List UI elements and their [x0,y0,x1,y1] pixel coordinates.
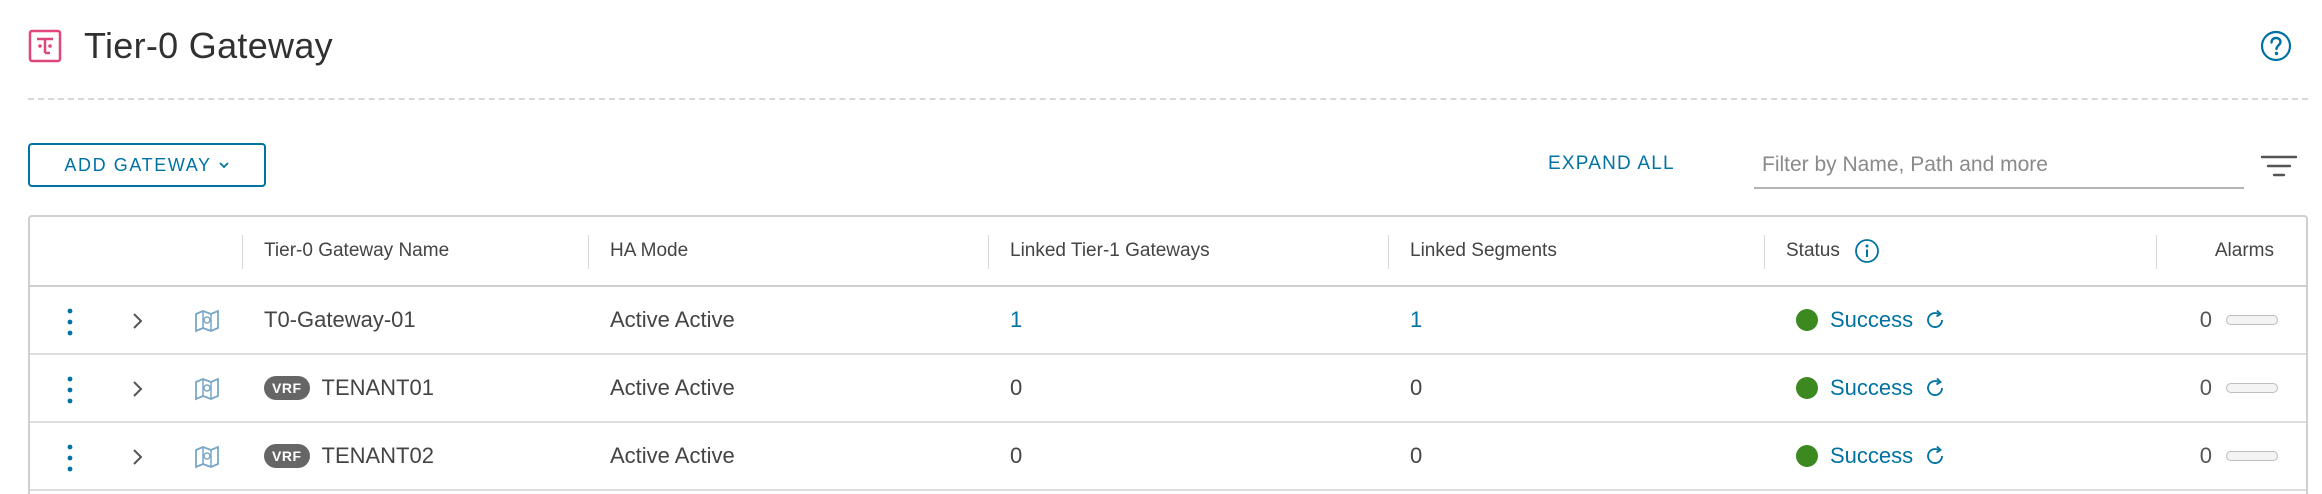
success-status-icon [1796,377,1818,399]
page-header: Tier-0 Gateway [28,22,2294,70]
status-cell: Success [1764,355,2156,421]
header-status[interactable]: Status [1764,217,2156,285]
linked-segments-cell: 1 [1388,287,1764,353]
status-text[interactable]: Success [1830,375,1913,401]
filter-input[interactable] [1754,143,2244,189]
vrf-badge: VRF [264,444,310,468]
header-ha-mode[interactable]: HA Mode [588,217,988,285]
linked-t1-cell: 1 [988,287,1388,353]
tier0-gateway-icon [28,29,62,63]
table-row: T0-Gateway-01 Active Active 1 1 Success … [30,287,2306,355]
vrf-badge: VRF [264,376,310,400]
row-actions-icon[interactable] [66,307,74,337]
gateway-table: Tier-0 Gateway Name HA Mode Linked Tier-… [28,215,2308,494]
table-row: VRF TENANT01 Active Active 0 0 Success 0 [30,355,2306,423]
header-linked-segments[interactable]: Linked Segments [1388,217,1764,285]
linked-t1-cell: 0 [1010,375,1023,400]
alarms-cell: 0 [2156,287,2306,353]
chevron-right-icon[interactable] [126,377,148,401]
linked-segments-cell: 0 [1410,443,1423,468]
success-status-icon [1796,445,1818,467]
table-row: VRF TENANT02 Active Active 0 0 Success 0 [30,423,2306,491]
header-actions [30,217,242,285]
header-divider [28,98,2308,100]
linked-segments-link[interactable]: 1 [1410,307,1422,333]
add-gateway-button[interactable]: ADD GATEWAY [28,143,266,187]
refresh-icon[interactable] [1923,444,1947,468]
ha-mode-cell: Active Active [610,307,735,332]
alarm-count: 0 [2199,307,2212,332]
header-status-label: Status [1786,240,1840,261]
gateway-name: TENANT01 [321,375,434,400]
status-text[interactable]: Success [1830,307,1913,333]
expand-all-button[interactable]: EXPAND ALL [1548,153,1675,175]
alarm-bar [2226,451,2278,461]
chevron-right-icon[interactable] [126,309,148,333]
gateway-map-icon[interactable] [192,442,222,472]
row-actions-icon[interactable] [66,375,74,405]
info-icon[interactable] [1854,238,1880,264]
alarms-cell: 0 [2156,355,2306,421]
alarm-bar [2226,383,2278,393]
status-cell: Success [1764,423,2156,489]
ha-mode-cell: Active Active [610,375,735,400]
gateway-map-icon[interactable] [192,374,222,404]
status-cell: Success [1764,287,2156,353]
refresh-icon[interactable] [1923,308,1947,332]
add-gateway-label: ADD GATEWAY [64,154,212,175]
table-header: Tier-0 Gateway Name HA Mode Linked Tier-… [30,217,2306,287]
chevron-down-icon [218,160,230,170]
alarms-cell: 0 [2156,423,2306,489]
linked-segments-cell: 0 [1410,375,1423,400]
alarm-bar [2226,315,2278,325]
toolbar: ADD GATEWAY EXPAND ALL [28,143,2308,189]
header-alarms[interactable]: Alarms [2156,217,2306,285]
gateway-map-icon[interactable] [192,306,222,336]
gateway-name-cell: VRF TENANT02 [242,423,588,489]
alarm-count: 0 [2199,443,2212,468]
header-name[interactable]: Tier-0 Gateway Name [242,217,588,285]
linked-t1-cell: 0 [1010,443,1023,468]
success-status-icon [1796,309,1818,331]
gateway-name: TENANT02 [321,443,434,468]
help-icon[interactable] [2260,30,2292,62]
chevron-right-icon[interactable] [126,445,148,469]
filter-icon[interactable] [2260,152,2298,180]
status-text[interactable]: Success [1830,443,1913,469]
ha-mode-cell: Active Active [610,443,735,468]
gateway-name-cell: VRF TENANT01 [242,355,588,421]
alarm-count: 0 [2199,375,2212,400]
header-linked-t1[interactable]: Linked Tier-1 Gateways [988,217,1388,285]
row-actions-icon[interactable] [66,443,74,473]
gateway-name-cell: T0-Gateway-01 [242,287,588,353]
gateway-name: T0-Gateway-01 [264,307,416,332]
refresh-icon[interactable] [1923,376,1947,400]
page-title: Tier-0 Gateway [84,25,333,66]
linked-t1-link[interactable]: 1 [1010,307,1022,333]
